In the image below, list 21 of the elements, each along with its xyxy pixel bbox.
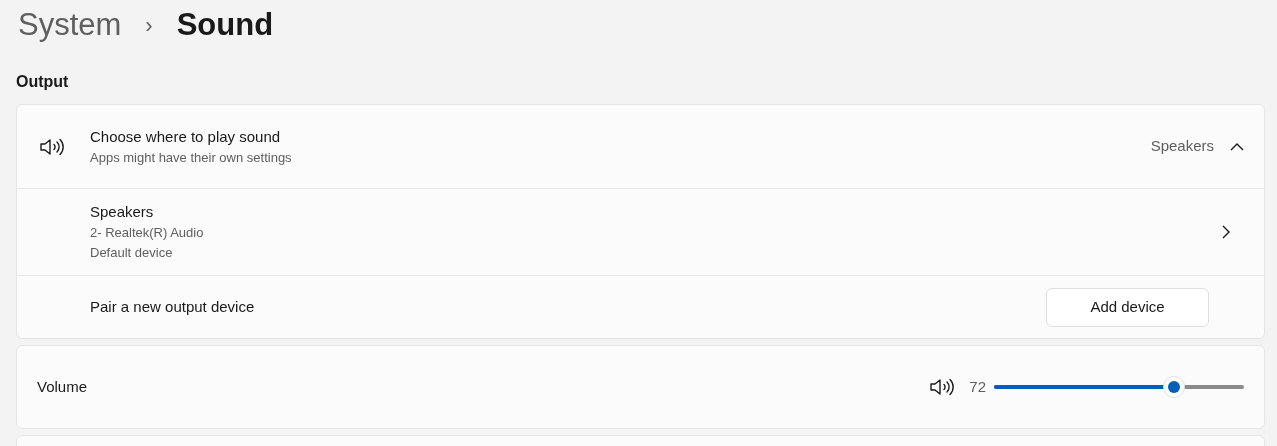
add-device-button[interactable]: Add device — [1046, 287, 1209, 327]
slider-thumb[interactable] — [1163, 376, 1185, 398]
setting-title: Choose where to play sound — [90, 126, 282, 147]
breadcrumb-parent[interactable]: System — [18, 1, 122, 49]
volume-reading: 72 — [969, 376, 986, 397]
output-header[interactable]: Choose where to play sound Apps might have their own settings Speakers — [17, 105, 1264, 189]
breadcrumb-separator: › — [145, 11, 153, 40]
device-detail: Default device — [90, 244, 174, 263]
volume-label: Volume — [37, 376, 88, 397]
page-title: Sound — [176, 5, 274, 44]
speaker-icon — [929, 377, 956, 397]
setting-subtitle: Apps might have their own settings — [90, 149, 292, 167]
pair-label: Pair a new output device — [90, 296, 255, 317]
device-row[interactable]: Speakers 2- Realtek(R) Audio Default device — [17, 189, 1264, 276]
chevron-right-icon — [1222, 225, 1230, 239]
speaker-icon — [39, 136, 65, 157]
volume-slider[interactable] — [994, 375, 1244, 399]
device-detail: 2- Realtek(R) Audio — [90, 224, 204, 243]
section-title: Output — [16, 72, 69, 92]
selected-device: Speakers — [1150, 136, 1214, 157]
device-name: Speakers — [90, 201, 155, 222]
